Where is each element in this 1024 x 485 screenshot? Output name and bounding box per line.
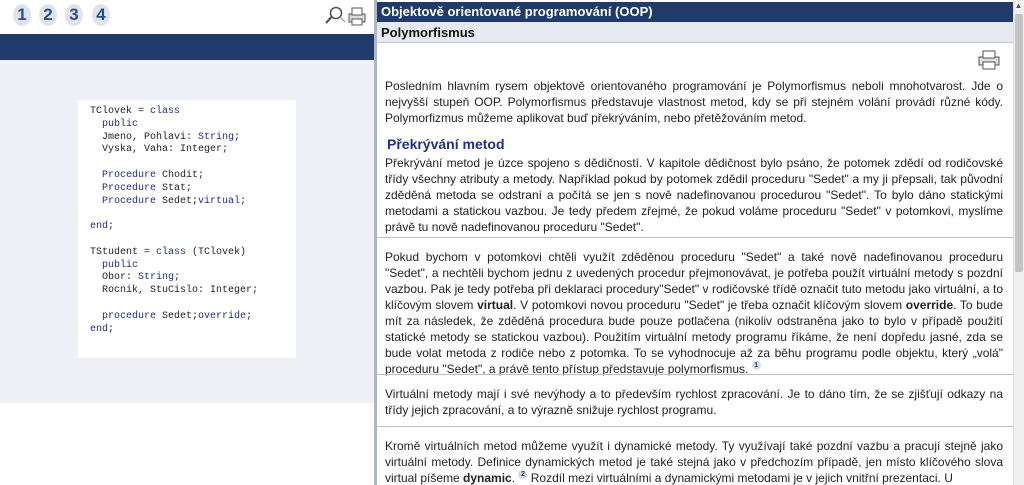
scroll-up-arrow[interactable]: ▲: [1013, 0, 1024, 12]
left-toolbar: 1 2 3 4: [0, 0, 374, 34]
code-line: TStudent = class (TClovek): [90, 247, 284, 260]
code-keyword: public: [102, 118, 139, 130]
print-icon[interactable]: [977, 50, 1001, 70]
code-text: Chodit;: [156, 169, 205, 181]
keyword-dynamic: dynamic: [463, 471, 512, 485]
code-text: Vyska, Vaha: Integer;: [90, 144, 229, 156]
code-text: ;: [174, 272, 181, 284]
left-tools: [324, 4, 368, 28]
paragraph-dynamic: Kromě virtuálních metod můžeme využít i …: [385, 438, 1003, 485]
code-keyword: virtual: [198, 195, 241, 207]
code-line: public: [90, 260, 284, 273]
print-icon[interactable]: [348, 7, 366, 26]
right-pane: Objektově orientované programování (OOP)…: [377, 0, 1013, 485]
code-line: procedure Sedet;override;: [90, 311, 284, 324]
paragraph-virtual-drawbacks: Virtuální metody mají i své nevýhody a t…: [385, 387, 1003, 417]
page-4-button[interactable]: 4: [92, 4, 110, 26]
code-text: ;: [234, 131, 241, 143]
section-heading: Překrývání metod: [387, 136, 505, 152]
code-keyword: String: [138, 272, 175, 284]
code-line: end;: [90, 221, 284, 234]
code-line: Procedure Chodit;: [90, 170, 284, 183]
page-3-button[interactable]: 3: [65, 4, 83, 26]
left-header-bar: [0, 34, 374, 60]
code-text: TStudent =: [90, 246, 157, 258]
code-text: Sedet;: [156, 310, 199, 322]
section-divider: [377, 374, 1013, 375]
code-line: Jmeno, Pohlavi: String;: [90, 132, 284, 145]
code-listing: TClovek = class public Jmeno, Pohlavi: S…: [78, 100, 296, 358]
paragraph-intro: Posledním hlavním rysem objektově orient…: [385, 79, 1003, 125]
keyword-virtual: virtual: [477, 298, 514, 312]
code-text: ;: [108, 221, 115, 233]
content-area: Posledním hlavním rysem objektově orient…: [385, 44, 1005, 485]
code-line: TClovek = class: [90, 106, 284, 119]
code-keyword: Procedure: [102, 182, 157, 194]
code-text: Obor:: [90, 272, 139, 284]
code-text: ;: [240, 195, 247, 207]
code-text: Rocnik, StuCislo: Integer;: [90, 285, 259, 297]
chapter-title: Polymorfismus: [377, 22, 1013, 43]
code-text: ;: [246, 310, 253, 322]
code-text: ;: [108, 323, 115, 335]
code-keyword: Procedure: [102, 169, 157, 181]
left-pane: 1 2 3 4 TClovek = class public Jmeno, Po…: [0, 0, 374, 485]
text: .: [511, 471, 519, 485]
scrollbar-thumb[interactable]: [1015, 14, 1023, 272]
code-keyword: class: [156, 246, 187, 258]
page-1-button[interactable]: 1: [13, 4, 31, 26]
paragraph-overriding: Překrývání metod je úzce spojeno s dědič…: [385, 156, 1003, 234]
code-keyword: procedure: [102, 310, 157, 322]
keyword-override: override: [905, 298, 954, 312]
code-line: Obor: String;: [90, 272, 284, 285]
code-keyword: end: [90, 221, 109, 233]
paragraph-virtual: Pokud bychom v potomkovi chtěli využít z…: [385, 249, 1003, 377]
code-text: TClovek =: [90, 106, 151, 117]
code-keyword: public: [102, 259, 139, 271]
code-text: Jmeno, Pohlavi:: [90, 131, 199, 143]
code-keyword: String: [198, 131, 235, 143]
section-divider: [377, 237, 1013, 238]
code-line: Procedure Sedet;virtual;: [90, 196, 284, 209]
code-line: end;: [90, 324, 284, 337]
code-line: public: [90, 119, 284, 132]
footnote-1-link[interactable]: 1: [751, 361, 761, 370]
course-title: Objektově orientované programování (OOP): [377, 2, 1013, 22]
code-keyword: Procedure: [102, 195, 157, 207]
code-keyword: override: [198, 310, 247, 322]
code-text: Sedet;: [156, 195, 199, 207]
section-divider: [377, 426, 1013, 427]
code-keyword: end: [90, 323, 109, 335]
code-text: Stat;: [156, 182, 193, 194]
code-line: Vyska, Vaha: Integer;: [90, 144, 284, 157]
text: . V potomkovi novou proceduru "Sedet" je…: [513, 298, 906, 312]
code-text: (TClovek): [186, 246, 247, 258]
code-line: Rocnik, StuCislo: Integer;: [90, 285, 284, 298]
magnifier-icon[interactable]: [325, 6, 346, 24]
text: Rozdíl mezi virtuálními a dynamickými me…: [527, 471, 953, 485]
page-2-button[interactable]: 2: [39, 4, 57, 26]
code-line: Procedure Stat;: [90, 183, 284, 196]
code-keyword: class: [150, 106, 181, 117]
